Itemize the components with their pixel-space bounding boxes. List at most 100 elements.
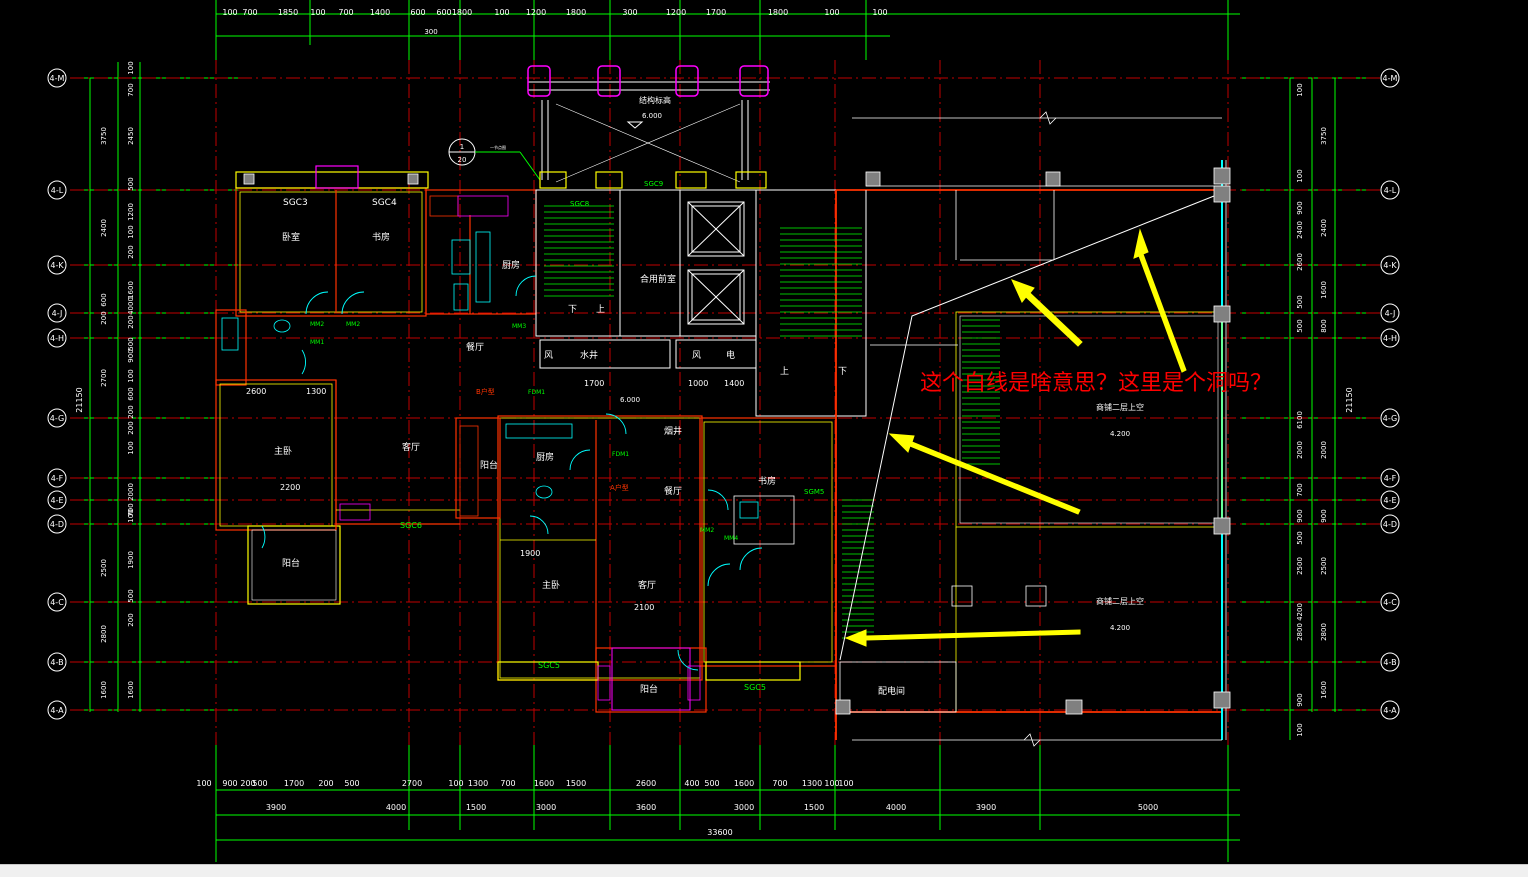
dim-top-value: 1800 bbox=[566, 8, 586, 17]
label-wind-2: 风 bbox=[692, 350, 701, 361]
dim-left-value: 500 bbox=[127, 589, 135, 602]
label-sgc5-b: SGC5 bbox=[744, 683, 766, 692]
dim-bottom-value: 3900 bbox=[976, 803, 996, 812]
dim-right-value: 900 bbox=[1296, 693, 1304, 706]
dim-left-value: 2700 bbox=[100, 369, 108, 387]
axis-label: 4-L bbox=[1384, 186, 1397, 195]
dim-left-value: 2450 bbox=[127, 127, 135, 145]
label-unit-b: B户型 bbox=[476, 387, 495, 396]
label-electric: 电 bbox=[726, 349, 735, 361]
dim-bottom-value: 100 bbox=[448, 779, 463, 788]
dim-top-value: 1400 bbox=[370, 8, 390, 17]
dim-right-total: 21150 bbox=[1345, 387, 1354, 412]
white-line-in-question[interactable] bbox=[839, 195, 1215, 661]
dim-top-value: 1700 bbox=[706, 8, 726, 17]
dim-left-value: 1200 bbox=[127, 203, 135, 221]
axis-label: 4-M bbox=[1383, 74, 1398, 83]
dimension-bottom-row1: 100 900 200500 1700 200 500 2700 100 1300 700 1600… bbox=[196, 779, 853, 788]
dim-top-value: 1850 bbox=[278, 8, 298, 17]
elevators bbox=[687, 201, 745, 325]
label-living-2: 客厅 bbox=[638, 579, 656, 591]
axis-label: 4-D bbox=[1383, 520, 1397, 529]
dim-left-value: 2000 bbox=[127, 483, 135, 501]
dim-left-value: 1900 bbox=[127, 551, 135, 569]
dim-top-small: 300 bbox=[424, 28, 437, 36]
label-study-1: 书房 bbox=[372, 231, 390, 243]
windows bbox=[235, 165, 801, 681]
dim-left-value: 4000 bbox=[127, 297, 135, 315]
dim-bottom-value: 1300 bbox=[468, 779, 488, 788]
dim-right-value: 900 bbox=[1296, 201, 1304, 214]
dim-right-value: 3750 bbox=[1320, 127, 1328, 145]
dim-bottom-value: 1500 bbox=[804, 803, 824, 812]
axis-label: 4-G bbox=[1383, 414, 1397, 423]
axis-bubbles-right bbox=[1380, 68, 1400, 720]
label-dim-1700: 1700 bbox=[584, 379, 604, 388]
dim-right-value: 2400 bbox=[1296, 221, 1304, 239]
label-sgc9: SGC9 bbox=[644, 180, 663, 188]
dim-bottom-value: 2600 bbox=[636, 779, 656, 788]
label-sgc5-a: SGC5 bbox=[538, 661, 560, 670]
axis-label: 4-M bbox=[50, 74, 65, 83]
dim-top-value: 1800 bbox=[452, 8, 472, 17]
dim-right-value: 100 bbox=[1296, 723, 1304, 736]
dimension-left-col2: 3750 2400 600 200 2700 2500 2800 1600 bbox=[100, 127, 108, 699]
dim-right-value: 500 bbox=[1296, 531, 1304, 544]
label-balcony-1: 阳台 bbox=[282, 557, 300, 569]
dim-bottom-value: 500 bbox=[252, 779, 267, 788]
dim-bottom-total: 33600 bbox=[707, 828, 732, 837]
dim-right-value: 800 bbox=[1320, 319, 1328, 332]
axis-label: 4-G bbox=[50, 414, 64, 423]
axis-label: 4-L bbox=[51, 186, 64, 195]
dim-right-value: 900 bbox=[1296, 509, 1304, 522]
dim-bottom-value: 3000 bbox=[536, 803, 556, 812]
structure-elevation: 6.000 bbox=[642, 112, 662, 120]
dim-left-value: 600 bbox=[127, 387, 135, 400]
label-sgc8: SGC8 bbox=[570, 200, 589, 208]
label-dim-1900: 1900 bbox=[520, 549, 540, 558]
dim-top-value: 600 bbox=[410, 8, 425, 17]
dim-top-value: 100 bbox=[222, 8, 237, 17]
axis-label: 4-K bbox=[50, 261, 64, 270]
label-dim-2100: 2100 bbox=[634, 603, 654, 612]
dimension-right-col1: 100 100 900 2400 2600 500 500 6100 2000 700 900 500… bbox=[1296, 83, 1304, 736]
label-elevation-b: 4.200 bbox=[1110, 624, 1130, 632]
dim-left-value: 1600 bbox=[100, 681, 108, 699]
label-dim-2600: 2600 bbox=[246, 387, 266, 396]
axis-label: 4-J bbox=[1385, 309, 1396, 318]
axis-grid bbox=[70, 0, 1380, 862]
detail-number: 1 bbox=[460, 143, 464, 151]
axis-label: 4-B bbox=[1383, 658, 1396, 667]
detail-text: 一节点图 bbox=[490, 144, 506, 150]
cad-drawing-canvas[interactable]: 4-M 4-L 4-K 4-J 4-H 4-G 4-F 4-E 4-D 4-C 4-B 4-A 4-M… bbox=[0, 0, 1528, 864]
dim-top-value: 600 bbox=[436, 8, 451, 17]
dim-bottom-value: 100 bbox=[824, 779, 839, 788]
axis-label: 4-E bbox=[1383, 496, 1396, 505]
dim-right-value: 900 bbox=[1320, 509, 1328, 522]
label-balcony-2: 阳台 bbox=[480, 459, 498, 471]
label-stair-up-2: 上 bbox=[780, 366, 789, 377]
axis-labels-left: 4-M 4-L 4-K 4-J 4-H 4-G 4-F 4-E 4-D 4-C 4-B 4-A bbox=[50, 74, 65, 715]
dim-bottom-value: 1600 bbox=[734, 779, 754, 788]
dim-bottom-value: 100 bbox=[838, 779, 853, 788]
structure-label: 结构标高 bbox=[639, 95, 671, 105]
dim-left-value: 2400 bbox=[100, 219, 108, 237]
detail-sheet: 20 bbox=[458, 156, 467, 164]
detail-callout[interactable]: 1 20 一节点图 bbox=[448, 138, 541, 181]
canopy-structure: 结构标高 6.000 bbox=[527, 65, 770, 183]
dim-right-value: 2600 bbox=[1296, 253, 1304, 271]
dim-bottom-value: 400 bbox=[684, 779, 699, 788]
label-kitchen-1: 厨房 bbox=[502, 259, 520, 271]
dim-left-value: 100 bbox=[127, 61, 135, 74]
label-mm1: MM1 bbox=[310, 339, 324, 346]
dim-bottom-value: 900 bbox=[222, 779, 237, 788]
label-master-1: 主卧 bbox=[274, 445, 292, 457]
arrow-1 bbox=[1011, 279, 1083, 347]
dim-right-value: 4200 bbox=[1296, 603, 1304, 621]
dimension-top-row: 100 700 1850 100 700 1400 600 600 1800 100 1200 180… bbox=[222, 8, 887, 17]
label-stair-down-1: 下 bbox=[568, 305, 577, 315]
dim-bottom-value: 4000 bbox=[386, 803, 406, 812]
dim-left-value: 200 bbox=[127, 421, 135, 434]
dim-bottom-value: 1600 bbox=[534, 779, 554, 788]
dim-left-value: 200 bbox=[100, 311, 108, 324]
